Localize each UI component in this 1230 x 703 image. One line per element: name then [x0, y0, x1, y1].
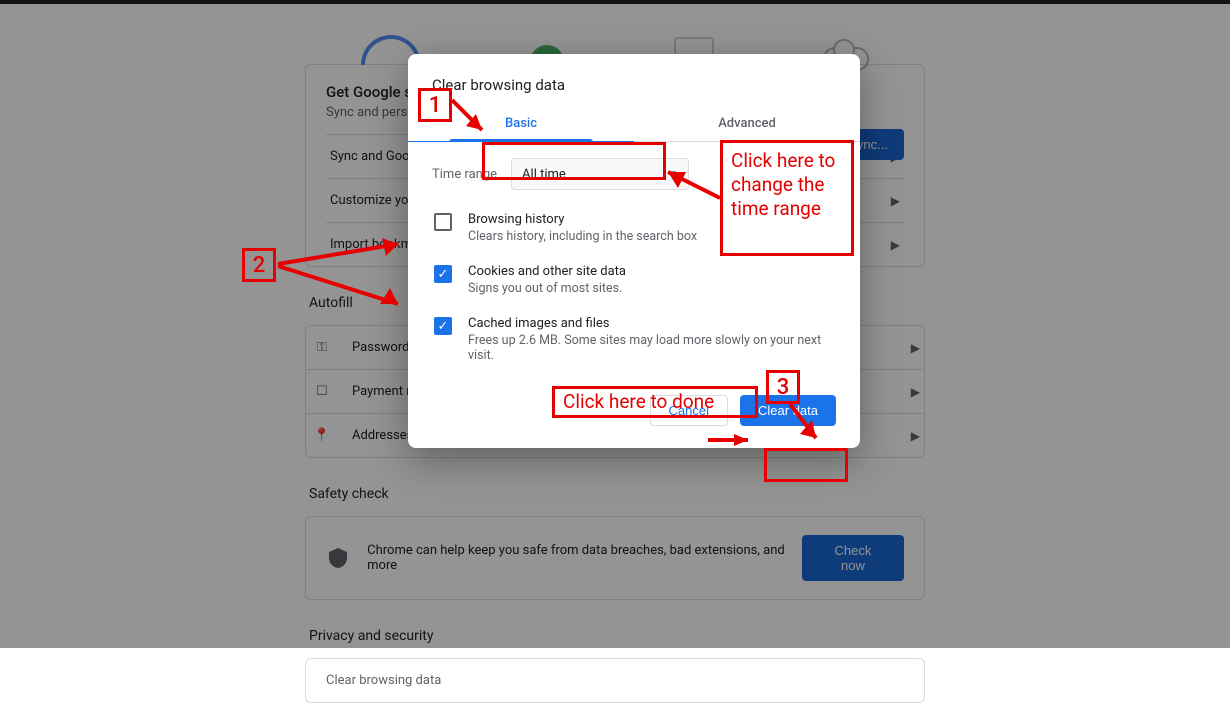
- chevron-down-icon: ▼: [668, 169, 678, 180]
- checkbox-cookies[interactable]: [434, 265, 452, 283]
- tab-basic[interactable]: Basic: [408, 106, 634, 141]
- option-sub: Clears history, including in the search …: [468, 229, 697, 244]
- time-range-select[interactable]: All time ▼: [511, 158, 689, 190]
- checkbox-browsing-history[interactable]: [434, 213, 452, 231]
- privacy-card: Clear browsing data: [305, 658, 925, 703]
- option-sub: Signs you out of most sites.: [468, 281, 626, 296]
- option-cookies[interactable]: Cookies and other site data Signs you ou…: [432, 254, 836, 306]
- clear-browsing-data-dialog: Clear browsing data Basic Advanced Time …: [408, 54, 860, 448]
- option-title: Cookies and other site data: [468, 264, 626, 279]
- option-title: Cached images and files: [468, 316, 834, 331]
- dialog-title: Clear browsing data: [408, 54, 860, 106]
- checkbox-cache[interactable]: [434, 317, 452, 335]
- dialog-tabs: Basic Advanced: [408, 106, 860, 142]
- time-range-value: All time: [522, 167, 566, 182]
- row-clear-browsing-data[interactable]: Clear browsing data: [326, 673, 441, 688]
- option-cache[interactable]: Cached images and files Frees up 2.6 MB.…: [432, 306, 836, 373]
- cancel-button[interactable]: Cancel: [650, 395, 728, 426]
- option-sub: Frees up 2.6 MB. Some sites may load mor…: [468, 333, 834, 363]
- time-range-label: Time range: [432, 167, 497, 182]
- clear-data-button[interactable]: Clear data: [740, 395, 836, 426]
- option-title: Browsing history: [468, 212, 697, 227]
- tab-advanced[interactable]: Advanced: [634, 106, 860, 141]
- option-browsing-history[interactable]: Browsing history Clears history, includi…: [432, 202, 836, 254]
